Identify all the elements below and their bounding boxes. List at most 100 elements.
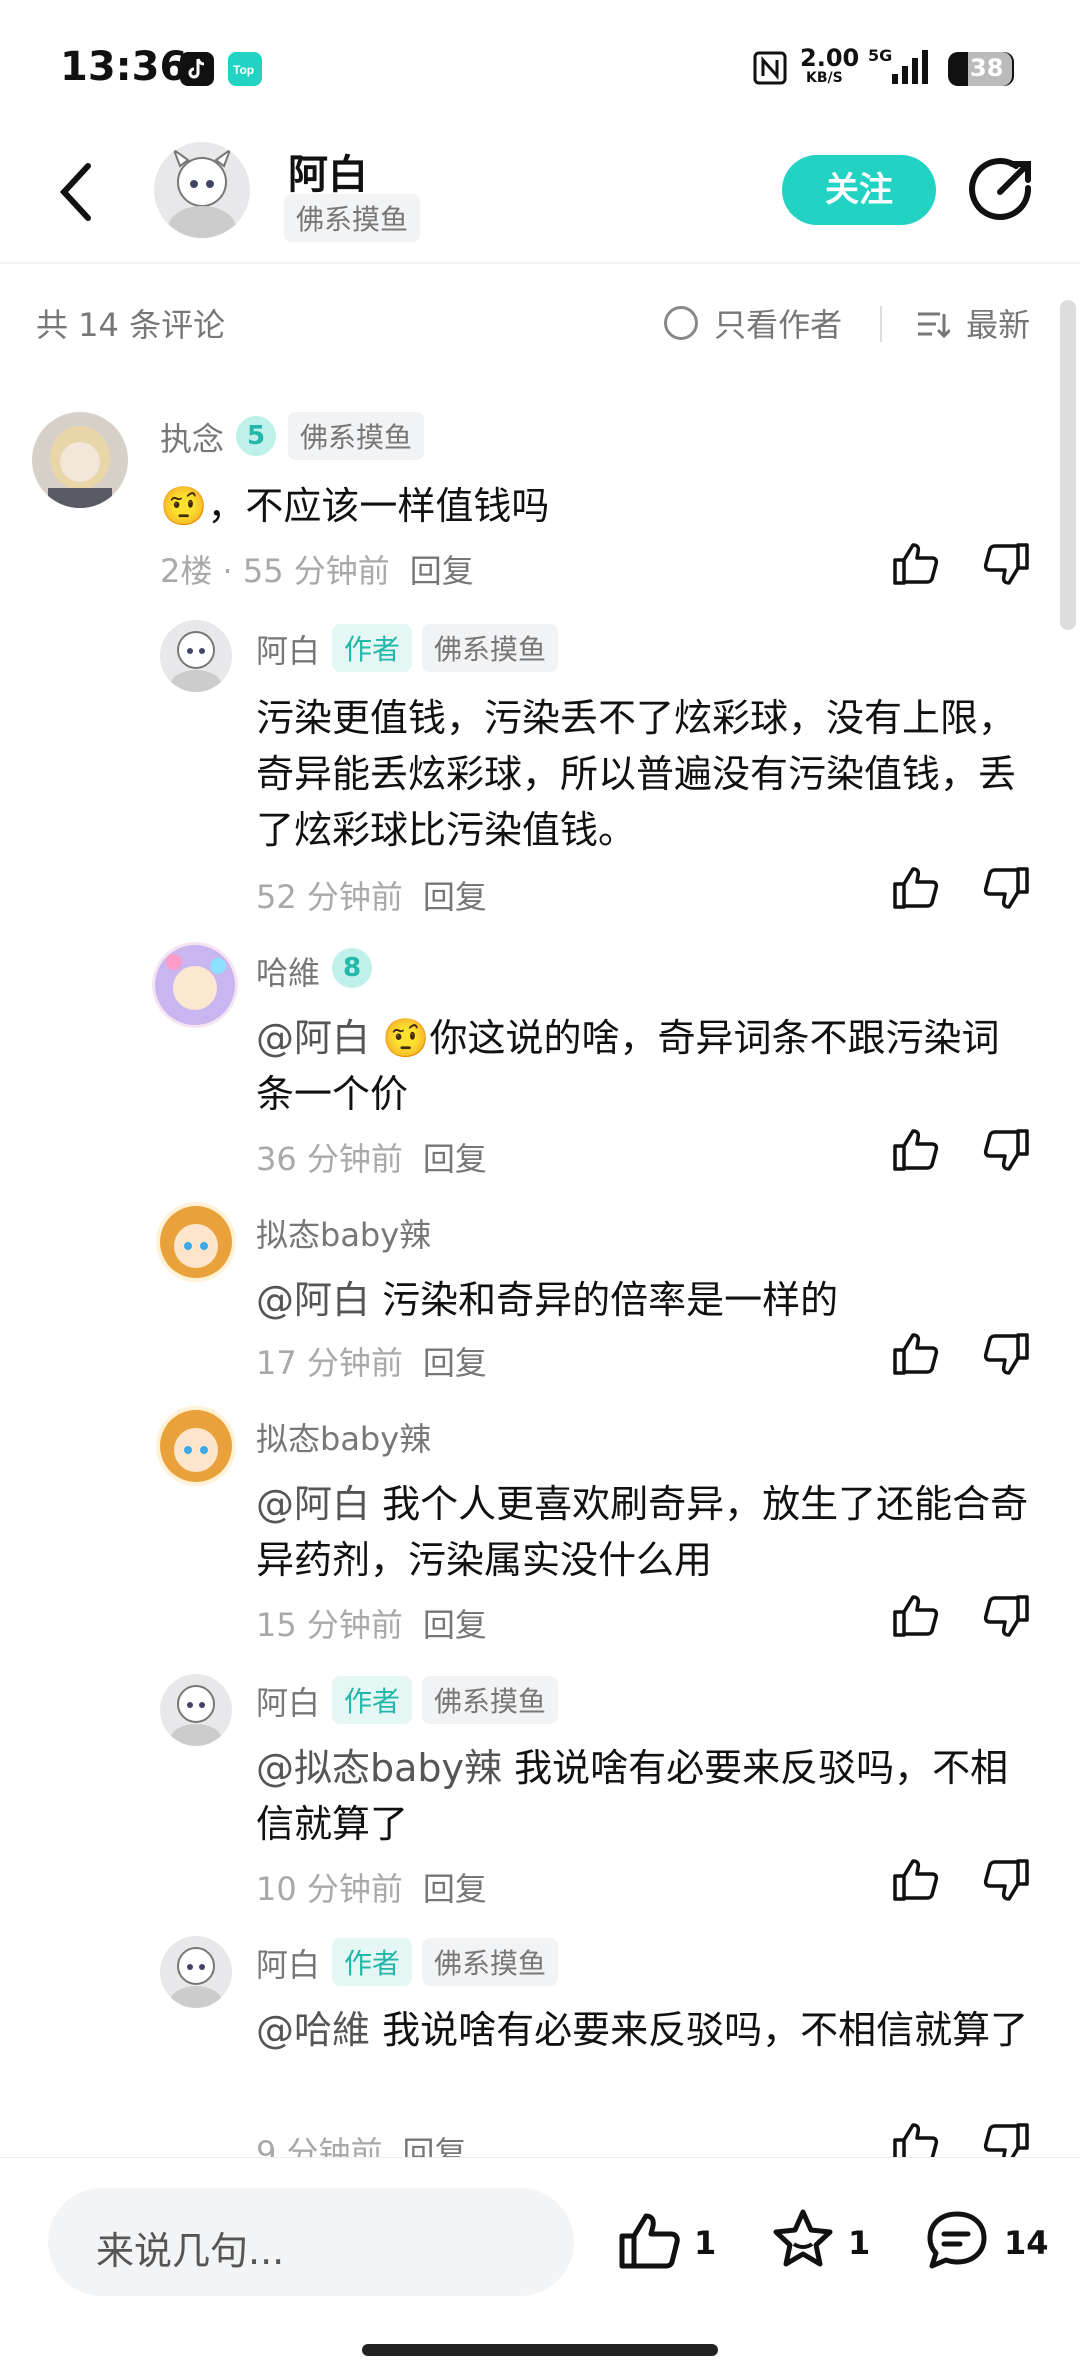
commenter-name[interactable]: 阿白 xyxy=(256,626,320,672)
user-tag: 佛系摸鱼 xyxy=(288,412,425,460)
dislike-comment-icon[interactable] xyxy=(982,542,1030,592)
favorite-count: 1 xyxy=(848,2224,871,2262)
top-nav: 阿白 佛系摸鱼 关注 xyxy=(0,130,1080,264)
comment-count: 14 xyxy=(1004,2224,1049,2262)
author-badge: 作者 xyxy=(332,1938,413,1986)
comment-content: @阿白 我个人更喜欢刷奇异，放生了还能合奇异药剂，污染属实没什么用 xyxy=(256,1482,1029,1582)
comment-icon xyxy=(927,2211,987,2269)
thumb-up-icon xyxy=(619,2213,680,2269)
comment-content: 🤨，不应该一样值钱吗 xyxy=(160,484,550,528)
follow-button[interactable]: 关注 xyxy=(782,155,936,225)
back-arrow-icon[interactable] xyxy=(54,160,102,228)
comment-meta: 17 分钟前 回复 xyxy=(256,1338,487,1384)
comment-content: @拟态baby辣 我说啥有必要来反驳吗，不相信就算了 xyxy=(256,1746,1009,1846)
comment-time: 36 分钟前 xyxy=(256,1140,403,1178)
svg-text:Top: Top xyxy=(233,63,254,77)
commenter-avatar[interactable] xyxy=(160,620,232,692)
scrollbar[interactable] xyxy=(1060,300,1076,630)
comment-time: 10 分钟前 xyxy=(256,1870,403,1908)
only-author-label: 只看作者 xyxy=(714,306,843,344)
dislike-comment-icon[interactable] xyxy=(982,1332,1030,1382)
comment-meta: 10 分钟前 回复 xyxy=(256,1864,487,1910)
comment-meta: 15 分钟前 回复 xyxy=(256,1600,487,1646)
mention-link[interactable]: @阿白 xyxy=(256,1482,370,1526)
author-name: 阿白 xyxy=(288,152,368,198)
comment-meta: 36 分钟前 回复 xyxy=(256,1134,487,1180)
mention-link[interactable]: @哈維 xyxy=(256,2008,370,2052)
comment-time: 15 分钟前 xyxy=(256,1606,403,1644)
commenter-name[interactable]: 阿白 xyxy=(256,1678,320,1724)
like-count: 1 xyxy=(694,2224,717,2262)
commenter-avatar[interactable] xyxy=(156,1202,236,1282)
radio-icon xyxy=(664,306,698,340)
commenter-name[interactable]: 拟态baby辣 xyxy=(256,1210,431,1256)
level-badge: 8 xyxy=(332,948,372,988)
comment-total: 共 14 条评论 xyxy=(36,306,226,344)
reply-button[interactable]: 回复 xyxy=(410,552,474,590)
like-comment-icon[interactable] xyxy=(892,1856,940,1906)
sort-button[interactable]: 最新 xyxy=(916,300,1030,348)
reply-button[interactable]: 回复 xyxy=(423,1140,487,1178)
commenter-name[interactable]: 拟态baby辣 xyxy=(256,1414,431,1460)
commenter-avatar[interactable] xyxy=(160,1674,232,1746)
comment-content: @阿白 污染和奇异的倍率是一样的 xyxy=(256,1278,839,1322)
sort-icon xyxy=(916,310,952,348)
favorite-button[interactable] xyxy=(770,2208,836,2276)
author-badge: 作者 xyxy=(332,624,413,672)
like-comment-icon[interactable] xyxy=(892,1330,940,1380)
top-app-icon: Top xyxy=(228,52,262,86)
comments-button[interactable] xyxy=(924,2208,990,2276)
net-unit: KB/S xyxy=(806,70,843,86)
reply-button[interactable]: 回复 xyxy=(423,1606,487,1644)
commenter-name[interactable]: 阿白 xyxy=(256,1940,320,1986)
only-author-toggle[interactable]: 只看作者 xyxy=(664,300,842,346)
net-speed: 2.00 xyxy=(800,44,860,72)
dislike-comment-icon[interactable] xyxy=(982,866,1030,916)
status-bar: 13:36 Top 2.00 KB/S 5G 38 xyxy=(0,0,1080,130)
dislike-comment-icon[interactable] xyxy=(982,1858,1030,1908)
mention-link[interactable]: @阿白 xyxy=(256,1016,370,1060)
battery-icon: 38 xyxy=(948,52,1014,86)
like-comment-icon[interactable] xyxy=(892,1592,940,1642)
commenter-name[interactable]: 哈維 xyxy=(256,948,320,994)
user-tag: 佛系摸鱼 xyxy=(422,1938,559,1986)
comment-time: 52 分钟前 xyxy=(256,878,403,916)
comment-input-placeholder: 来说几句... xyxy=(96,2229,285,2273)
reply-button[interactable]: 回复 xyxy=(423,1344,487,1382)
reply-button[interactable]: 回复 xyxy=(423,878,487,916)
comment-content: @阿白 🤨你这说的啥，奇异词条不跟污染词条一个价 xyxy=(256,1016,1000,1116)
status-time: 13:36 xyxy=(60,44,188,90)
dislike-comment-icon[interactable] xyxy=(982,1128,1030,1178)
home-indicator[interactable] xyxy=(362,2344,718,2356)
commenter-avatar[interactable] xyxy=(156,1406,236,1486)
dislike-comment-icon[interactable] xyxy=(982,1594,1030,1644)
commenter-avatar[interactable] xyxy=(152,942,238,1028)
reply-button[interactable]: 回复 xyxy=(423,1870,487,1908)
like-comment-icon[interactable] xyxy=(892,540,940,590)
commenter-avatar[interactable] xyxy=(160,1936,232,2008)
comment-meta: 52 分钟前 回复 xyxy=(256,872,487,918)
emoji-icon: 🤨 xyxy=(382,1016,430,1060)
comment-floor-time: 2楼 · 55 分钟前 xyxy=(160,552,390,590)
author-badge: 作者 xyxy=(332,1676,413,1724)
star-icon xyxy=(773,2209,833,2267)
signal-icon xyxy=(890,48,930,90)
emoji-icon: 🤨 xyxy=(160,484,208,528)
author-avatar[interactable] xyxy=(154,142,250,238)
like-post-button[interactable] xyxy=(618,2210,684,2274)
divider xyxy=(880,306,882,342)
author-tag: 佛系摸鱼 xyxy=(284,194,421,242)
like-comment-icon[interactable] xyxy=(892,864,940,914)
mention-link[interactable]: @拟态baby辣 xyxy=(256,1746,502,1790)
battery-level: 38 xyxy=(970,54,1004,82)
like-comment-icon[interactable] xyxy=(892,1126,940,1176)
share-icon[interactable] xyxy=(966,156,1036,230)
user-tag: 佛系摸鱼 xyxy=(422,624,559,672)
user-tag: 佛系摸鱼 xyxy=(422,1676,559,1724)
comment-meta: 2楼 · 55 分钟前 回复 xyxy=(160,546,474,592)
comment-content: @哈維 我说啥有必要来反驳吗，不相信就算了 xyxy=(256,2008,1029,2052)
mention-link[interactable]: @阿白 xyxy=(256,1278,370,1322)
commenter-avatar[interactable] xyxy=(32,412,128,508)
tiktok-icon xyxy=(180,52,214,86)
commenter-name[interactable]: 执念 xyxy=(160,414,224,460)
